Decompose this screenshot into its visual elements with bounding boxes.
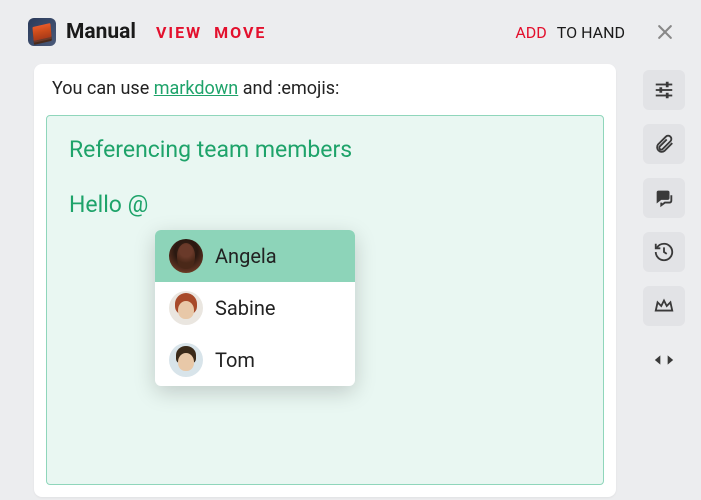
to-hand-action[interactable]: TO HAND (557, 23, 625, 42)
history-icon[interactable] (643, 232, 685, 272)
add-action[interactable]: ADD (515, 23, 546, 42)
view-action[interactable]: VIEW (156, 23, 202, 42)
editor-line-1: Referencing team members (69, 136, 581, 163)
header-bar: Manual VIEW MOVE ADD TO HAND (0, 0, 701, 60)
app-title: Manual (66, 20, 136, 44)
header-actions-right: ADD TO HAND (515, 16, 681, 48)
mention-popup: Angela Sabine Tom (155, 230, 355, 386)
mention-name: Tom (215, 348, 255, 372)
mention-item-sabine[interactable]: Sabine (155, 282, 355, 334)
expand-horizontal-icon[interactable] (643, 340, 685, 380)
mention-item-tom[interactable]: Tom (155, 334, 355, 386)
header-actions-left: VIEW MOVE (156, 23, 266, 42)
avatar (169, 291, 203, 325)
side-toolbar (643, 70, 687, 380)
mention-item-angela[interactable]: Angela (155, 230, 355, 282)
card-panel: You can use markdown and :emojis: Refere… (34, 64, 616, 497)
editor-line-2: Hello @ (69, 191, 581, 218)
avatar (169, 343, 203, 377)
move-action[interactable]: MOVE (214, 23, 266, 42)
editor-textarea[interactable]: Referencing team members Hello @ Angela … (46, 115, 604, 485)
paperclip-icon[interactable] (643, 124, 685, 164)
crown-icon[interactable] (643, 286, 685, 326)
avatar (169, 239, 203, 273)
hint-prefix: You can use (52, 78, 154, 99)
markdown-link[interactable]: markdown (154, 78, 239, 99)
mention-name: Sabine (215, 296, 276, 320)
hint-bar: You can use markdown and :emojis: (34, 64, 616, 111)
sliders-icon[interactable] (643, 70, 685, 110)
hint-suffix: and :emojis: (238, 78, 339, 99)
mention-name: Angela (215, 244, 277, 268)
close-icon[interactable] (649, 16, 681, 48)
comments-icon[interactable] (643, 178, 685, 218)
app-icon (28, 18, 56, 46)
